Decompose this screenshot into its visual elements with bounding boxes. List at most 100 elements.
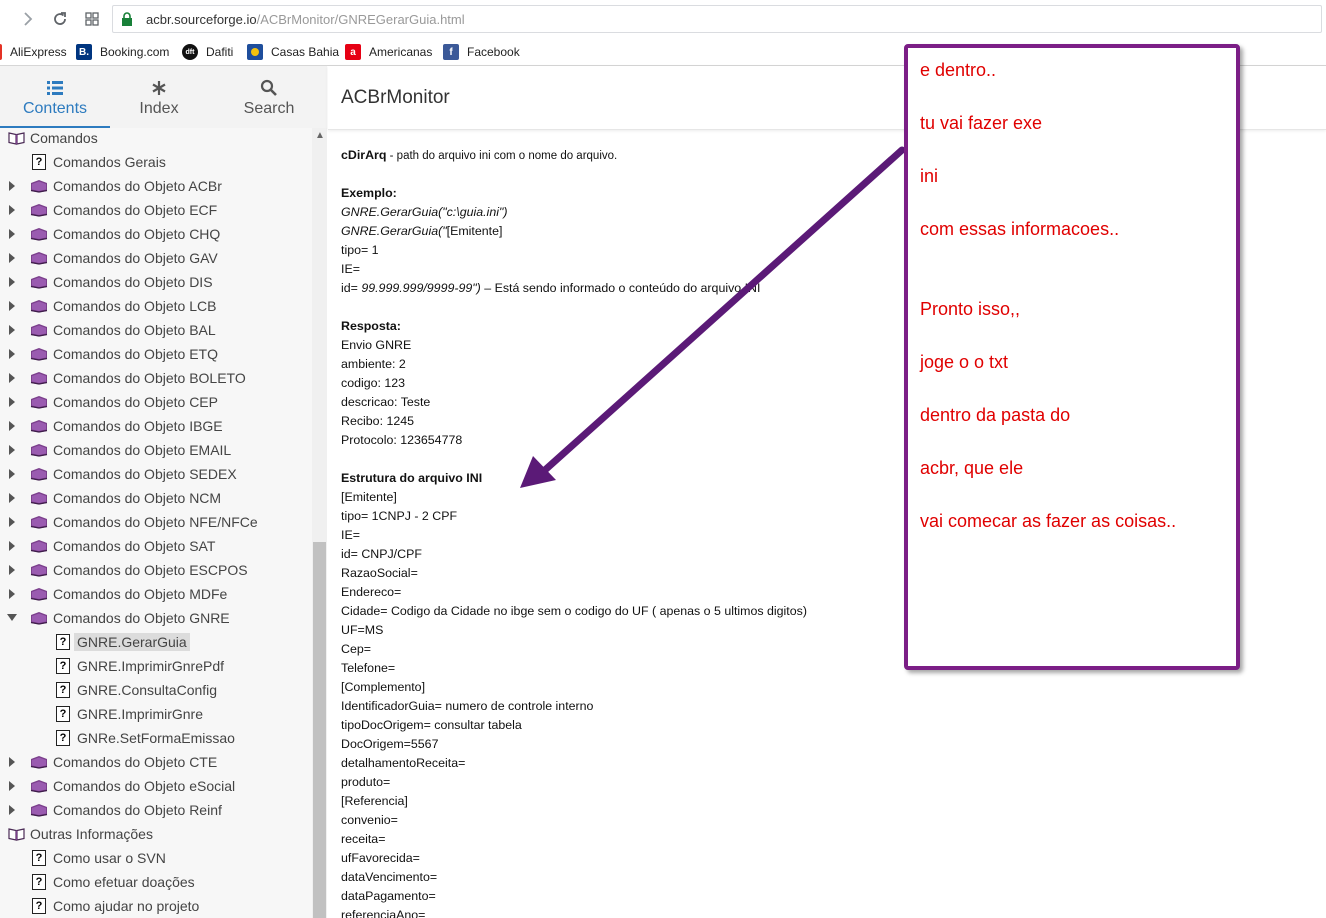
collapsed-triangle-icon[interactable] <box>7 589 17 599</box>
note-line: acbr, que ele <box>920 458 1024 478</box>
tree-item[interactable]: Comandos do Objeto CTE <box>9 751 217 773</box>
doc-text: [Emitente] <box>446 224 503 238</box>
collapsed-triangle-icon[interactable] <box>7 421 17 431</box>
asterisk-icon <box>152 81 166 95</box>
help-topic-icon: ? <box>30 849 48 867</box>
collapsed-triangle-icon[interactable] <box>7 445 17 455</box>
collapsed-triangle-icon[interactable] <box>7 805 17 815</box>
collapsed-triangle-icon[interactable] <box>7 781 17 791</box>
collapsed-triangle-icon[interactable] <box>7 565 17 575</box>
tree-item[interactable]: Comandos <box>7 128 98 149</box>
tree-item[interactable]: Comandos do Objeto LCB <box>9 295 216 317</box>
collapsed-triangle-icon[interactable] <box>7 397 17 407</box>
tree-item[interactable]: ? Como ajudar no projeto <box>30 895 199 917</box>
tree-item[interactable]: ? Como usar o SVN <box>30 847 166 869</box>
collapsed-triangle-icon[interactable] <box>7 277 17 287</box>
tree-item[interactable]: Comandos do Objeto GNRE <box>7 607 230 629</box>
doc-line: dataVencimento= <box>341 868 807 887</box>
tree-item[interactable]: Comandos do Objeto MDFe <box>9 583 227 605</box>
doc-line: convenio= <box>341 811 807 830</box>
collapsed-triangle-icon[interactable] <box>7 757 17 767</box>
tree-item-label: Comandos do Objeto NFE/NFCe <box>53 514 258 530</box>
tab-search[interactable]: Search <box>214 66 324 128</box>
tree-item[interactable]: Comandos do Objeto ECF <box>9 199 218 221</box>
collapsed-triangle-icon[interactable] <box>7 181 17 191</box>
tree-item[interactable]: Comandos do Objeto EMAIL <box>9 439 231 461</box>
collapsed-triangle-icon[interactable] <box>7 517 17 527</box>
tree-item[interactable]: Comandos do Objeto Reinf <box>9 799 222 821</box>
tree-item[interactable]: Comandos do Objeto CHQ <box>9 223 220 245</box>
tree-item[interactable]: Comandos do Objeto eSocial <box>9 775 235 797</box>
doc-line: id= 99.999.999/9999-99") – Está sendo in… <box>341 279 807 298</box>
collapsed-triangle-icon[interactable] <box>7 541 17 551</box>
reload-button[interactable] <box>48 7 72 31</box>
tab-index[interactable]: Index <box>104 66 214 128</box>
expanded-triangle-icon[interactable] <box>7 613 17 623</box>
tree-item[interactable]: Comandos do Objeto SEDEX <box>9 463 237 485</box>
tree-item[interactable]: ? GNRE.ImprimirGnrePdf <box>54 655 224 677</box>
bookmark-dafiti[interactable]: dft Dafiti <box>182 43 233 61</box>
tab-contents[interactable]: Contents <box>0 66 110 128</box>
note-line: com essas informacoes.. <box>920 219 1120 239</box>
tree-item[interactable]: Comandos do Objeto DIS <box>9 271 213 293</box>
note-line: joge o o txt <box>920 352 1009 372</box>
address-bar[interactable]: acbr.sourceforge.io/ACBrMonitor/GNREGera… <box>112 5 1322 33</box>
scrollbar-thumb[interactable] <box>313 542 326 918</box>
collapsed-triangle-icon[interactable] <box>7 301 17 311</box>
doc-blank-line <box>341 165 807 184</box>
open-book-icon <box>7 129 25 147</box>
tree-item[interactable]: Comandos do Objeto BOLETO <box>9 367 246 389</box>
tree-item[interactable]: Comandos do Objeto ESCPOS <box>9 559 248 581</box>
tree-item[interactable]: ? Como efetuar doações <box>30 871 195 893</box>
tree-item[interactable]: Comandos do Objeto SAT <box>9 535 215 557</box>
bookmark-aliexpress[interactable]: AliExpress <box>0 43 67 61</box>
list-icon <box>47 81 63 95</box>
sidebar-scrollbar[interactable]: ▲ <box>312 128 327 918</box>
collapsed-triangle-icon[interactable] <box>7 349 17 359</box>
help-topic-icon: ? <box>30 897 48 915</box>
collapsed-triangle-icon[interactable] <box>7 373 17 383</box>
tree-item[interactable]: ? Comandos Gerais <box>30 151 166 173</box>
tree-item[interactable]: ? GNRE.ImprimirGnre <box>54 703 203 725</box>
bookmark-booking[interactable]: B. Booking.com <box>76 43 169 61</box>
apps-button[interactable] <box>80 7 104 31</box>
doc-text: IdentificadorGuia= numero de controle in… <box>341 699 594 713</box>
dafiti-icon: dft <box>182 44 198 60</box>
bookmark-casas-bahia[interactable]: Casas Bahia <box>247 43 339 61</box>
tree-item[interactable]: Comandos do Objeto NCM <box>9 487 221 509</box>
bookmark-americanas[interactable]: a Americanas <box>345 43 432 61</box>
tree-item[interactable]: Comandos do Objeto ACBr <box>9 175 222 197</box>
note-line: Pronto isso,, <box>920 299 1021 319</box>
tree-item[interactable]: Outras Informações <box>7 823 153 845</box>
doc-line: Envio GNRE <box>341 336 807 355</box>
tree-item-label: Comandos <box>30 130 98 146</box>
doc-line: receita= <box>341 830 807 849</box>
tree-item-label: Comandos do Objeto ESCPOS <box>53 562 248 578</box>
doc-line: IE= <box>341 526 807 545</box>
tree-item[interactable]: ? GNRE.GerarGuia <box>54 631 190 653</box>
tree-item[interactable]: ? GNRE.ConsultaConfig <box>54 679 217 701</box>
collapsed-triangle-icon[interactable] <box>7 469 17 479</box>
doc-text: GNRE.GerarGuia("c:\guia.ini") <box>341 205 508 219</box>
americanas-icon: a <box>345 44 361 60</box>
forward-button[interactable] <box>16 7 40 31</box>
doc-text: codigo: 123 <box>341 376 406 390</box>
tree-item[interactable]: Comandos do Objeto ETQ <box>9 343 218 365</box>
collapsed-triangle-icon[interactable] <box>7 205 17 215</box>
tree-item[interactable]: Comandos do Objeto CEP <box>9 391 218 413</box>
collapsed-triangle-icon[interactable] <box>7 229 17 239</box>
tree-item[interactable]: Comandos do Objeto GAV <box>9 247 218 269</box>
tree-item[interactable]: ? GNRe.SetFormaEmissao <box>54 727 235 749</box>
tree-item[interactable]: Comandos do Objeto IBGE <box>9 415 223 437</box>
tree-item[interactable]: Comandos do Objeto BAL <box>9 319 216 341</box>
collapsed-triangle-icon[interactable] <box>7 325 17 335</box>
collapsed-triangle-icon[interactable] <box>7 253 17 263</box>
help-topic-icon: ? <box>54 657 72 675</box>
scroll-up-icon[interactable]: ▲ <box>315 130 325 141</box>
tree-item-label: Comandos do Objeto ACBr <box>53 178 222 194</box>
collapsed-triangle-icon[interactable] <box>7 493 17 503</box>
aliexpress-icon <box>0 44 2 60</box>
tree-item[interactable]: Comandos do Objeto NFE/NFCe <box>9 511 258 533</box>
bookmark-facebook[interactable]: f Facebook <box>443 43 520 61</box>
tree-item-label: Comandos do Objeto ECF <box>53 202 218 218</box>
